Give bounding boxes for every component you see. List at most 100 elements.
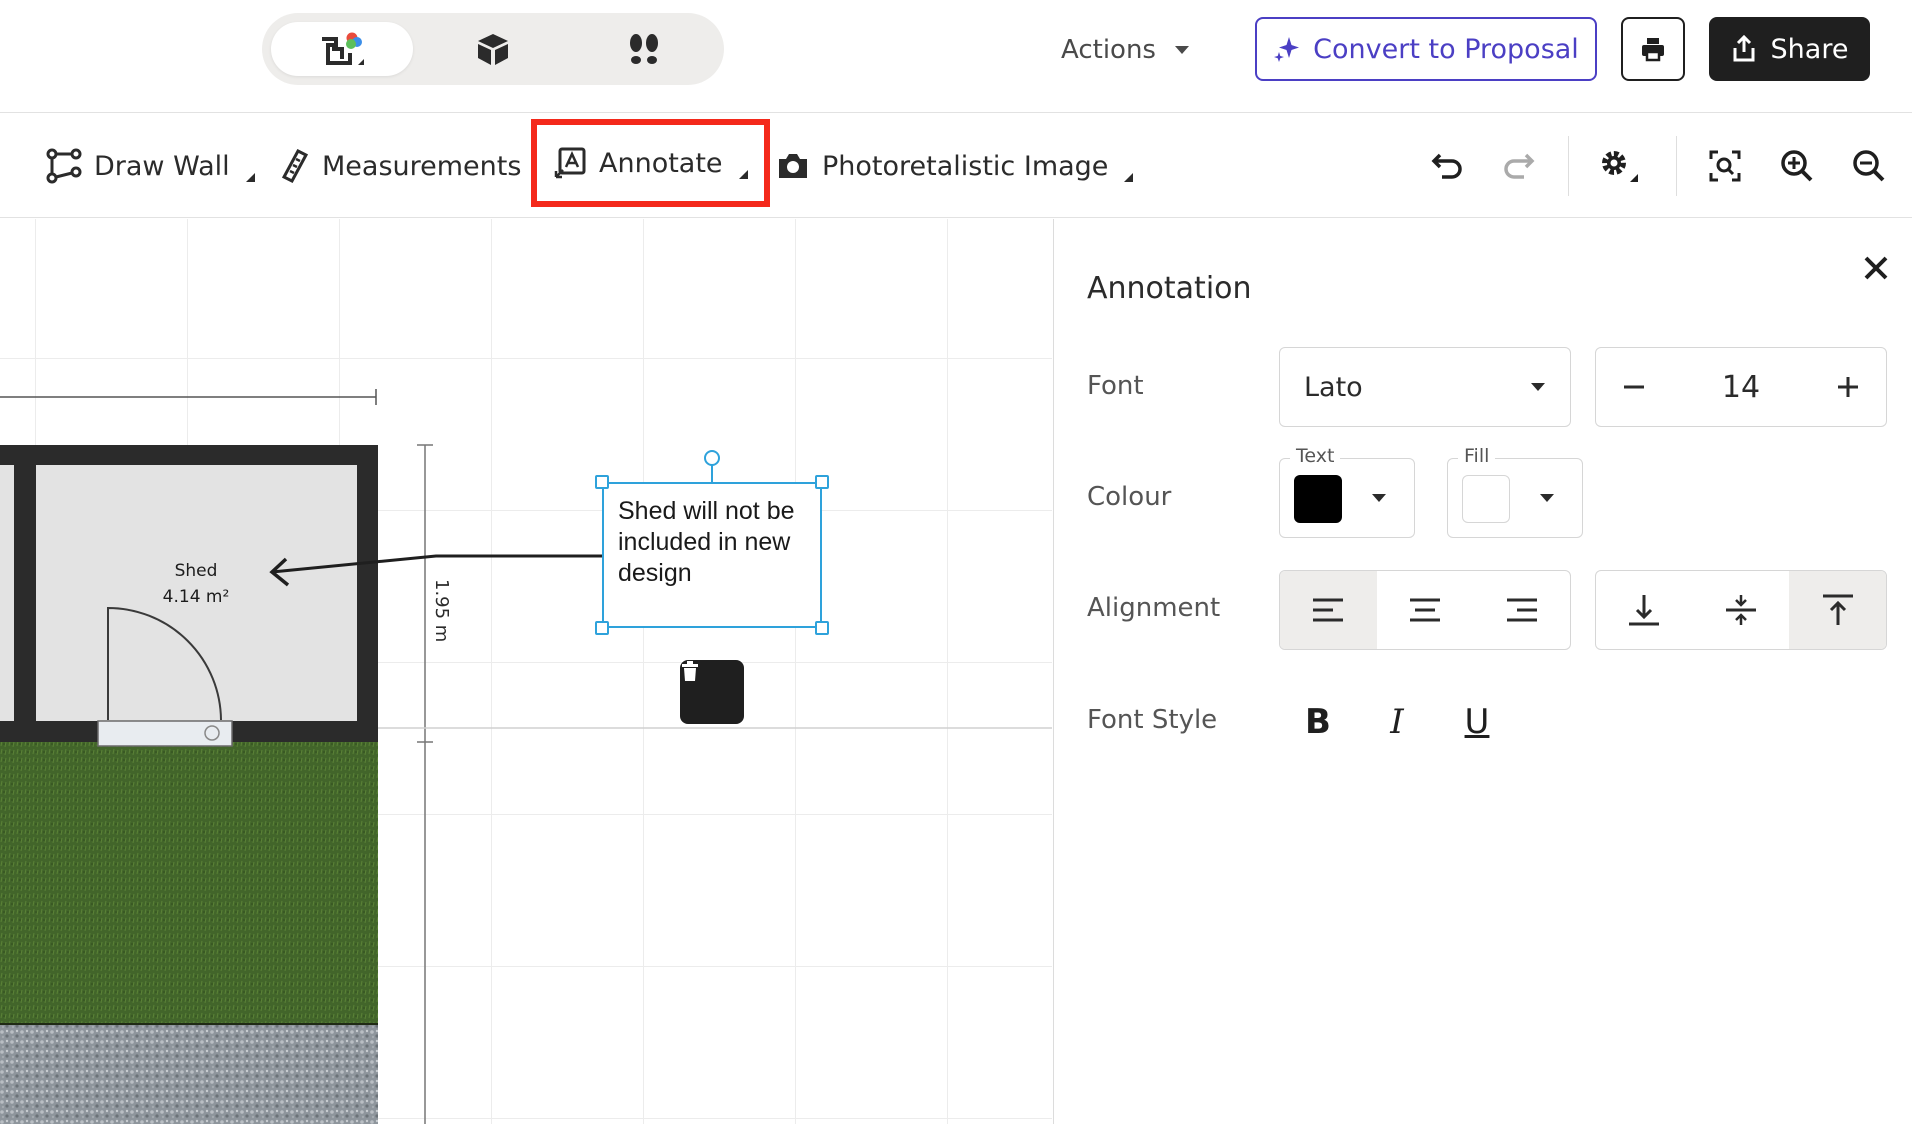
- toolbar-divider: [1568, 136, 1569, 196]
- room-area-label: 4.14 m²: [162, 587, 230, 607]
- fill-colour-swatch: [1462, 475, 1510, 523]
- align-top-button[interactable]: [1789, 571, 1886, 649]
- undo-button[interactable]: [1420, 114, 1474, 218]
- 3d-box-icon: [478, 34, 508, 65]
- top-bar: Actions Convert to Proposal Share: [0, 0, 1912, 113]
- fill-colour-caption: Fill: [1458, 445, 1496, 467]
- font-style-label: Font Style: [1087, 705, 1218, 735]
- redo-button[interactable]: [1492, 114, 1546, 218]
- submenu-corner-icon: [245, 172, 255, 182]
- view-3d-button[interactable]: [422, 22, 564, 76]
- close-icon: [1864, 256, 1888, 280]
- door-threshold: [97, 720, 233, 747]
- align-right-button[interactable]: [1473, 571, 1570, 649]
- bold-button[interactable]: B: [1291, 695, 1345, 749]
- floor-plan-drawing: [0, 389, 1052, 1124]
- minus-icon[interactable]: [1622, 375, 1646, 399]
- font-size-value[interactable]: 14: [1722, 370, 1760, 405]
- submenu-corner-icon: [738, 169, 748, 179]
- view-walkthrough-button[interactable]: [573, 22, 715, 76]
- share-label: Share: [1770, 33, 1849, 65]
- panel-title: Annotation: [1087, 271, 1252, 306]
- align-bottom-icon: [1629, 595, 1660, 626]
- gear-icon: [1602, 151, 1638, 182]
- submenu-corner-icon: [1124, 172, 1134, 182]
- printer-icon: [1642, 38, 1664, 62]
- italic-button[interactable]: I: [1370, 695, 1424, 749]
- draw-wall-icon: [46, 148, 82, 184]
- zoom-out-button[interactable]: [1842, 114, 1896, 218]
- view-2d-button[interactable]: [271, 22, 413, 76]
- toolbar-divider: [1676, 136, 1677, 196]
- align-center-button[interactable]: [1377, 571, 1474, 649]
- redo-icon: [1504, 153, 1535, 179]
- floor-plan-canvas[interactable]: Shed 4.14 m² 1.95 m Shed will not be inc…: [0, 219, 1052, 1124]
- zoom-fit-button[interactable]: [1698, 114, 1752, 218]
- align-bottom-button[interactable]: [1596, 571, 1693, 649]
- delete-annotation-button[interactable]: [680, 660, 744, 724]
- actions-menu[interactable]: Actions: [1061, 28, 1190, 72]
- dimension-line-vertical: [417, 444, 433, 1124]
- undo-icon: [1431, 153, 1462, 179]
- close-panel-button[interactable]: [1859, 251, 1893, 285]
- font-label: Font: [1087, 371, 1144, 401]
- alignment-label: Alignment: [1087, 593, 1221, 623]
- share-button[interactable]: Share: [1709, 17, 1870, 81]
- sparkle-icon: [1274, 37, 1300, 62]
- 2d-plan-icon: [322, 32, 364, 65]
- resize-handle-top-left[interactable]: [595, 475, 609, 489]
- zoom-out-icon: [1853, 150, 1885, 182]
- settings-button[interactable]: [1592, 114, 1646, 218]
- align-top-icon: [1822, 594, 1853, 625]
- draw-wall-tool[interactable]: Draw Wall: [46, 114, 255, 218]
- align-right-icon: [1506, 598, 1537, 622]
- fill-colour-picker[interactable]: Fill: [1447, 445, 1583, 538]
- view-mode-switch: [262, 13, 724, 85]
- font-family-select[interactable]: Lato: [1279, 347, 1571, 427]
- dimension-line-horizontal: [0, 389, 377, 405]
- align-center-icon: [1410, 598, 1440, 622]
- horizontal-alignment-group: [1279, 570, 1571, 650]
- zoom-in-button[interactable]: [1770, 114, 1824, 218]
- resize-handle-top-right[interactable]: [815, 475, 829, 489]
- align-middle-button[interactable]: [1693, 571, 1790, 649]
- align-middle-icon: [1726, 595, 1756, 625]
- room-name-label: Shed: [174, 561, 218, 581]
- chevron-down-icon: [1174, 46, 1189, 54]
- draw-wall-label: Draw Wall: [94, 150, 230, 182]
- share-upload-icon: [1733, 35, 1755, 62]
- chevron-down-icon: [1372, 494, 1386, 502]
- lawn-area: [0, 742, 378, 1024]
- align-left-icon: [1313, 598, 1344, 622]
- plus-icon[interactable]: [1836, 375, 1860, 399]
- measurements-label: Measurements: [322, 150, 522, 182]
- editor-toolbar: Draw Wall Measurements Annotate Photoret…: [0, 114, 1912, 218]
- measurements-tool[interactable]: Measurements: [280, 114, 521, 218]
- text-colour-caption: Text: [1290, 445, 1341, 467]
- text-colour-picker[interactable]: Text: [1279, 445, 1415, 538]
- gravel-area: [0, 1024, 378, 1124]
- vertical-alignment-group: [1595, 570, 1887, 650]
- resize-handle-bottom-left[interactable]: [595, 621, 609, 635]
- align-left-button[interactable]: [1280, 571, 1377, 649]
- dimension-label: 1.95 m: [431, 579, 452, 643]
- annotation-text-box[interactable]: Shed will not be included in new design: [602, 482, 822, 628]
- camera-icon: [779, 154, 807, 178]
- rotate-handle[interactable]: [704, 450, 720, 466]
- trash-icon: [682, 661, 698, 681]
- annotate-tool[interactable]: Annotate: [531, 119, 770, 207]
- resize-handle-bottom-right[interactable]: [815, 621, 829, 635]
- chevron-down-icon: [1531, 383, 1545, 391]
- zoom-fit-icon: [1709, 150, 1741, 182]
- underline-button[interactable]: U: [1450, 695, 1504, 749]
- annotation-panel: Annotation Font Lato 14 Colour Text Fill…: [1053, 219, 1912, 1124]
- text-colour-swatch: [1294, 475, 1342, 523]
- annotate-label: Annotate: [599, 147, 723, 179]
- print-button[interactable]: [1621, 17, 1685, 81]
- actions-label: Actions: [1061, 35, 1156, 65]
- convert-to-proposal-button[interactable]: Convert to Proposal: [1255, 17, 1597, 81]
- annotate-icon: [554, 147, 586, 179]
- photorealistic-image-tool[interactable]: Photoretalistic Image: [776, 114, 1134, 218]
- font-family-value: Lato: [1304, 371, 1363, 403]
- zoom-in-icon: [1781, 150, 1813, 182]
